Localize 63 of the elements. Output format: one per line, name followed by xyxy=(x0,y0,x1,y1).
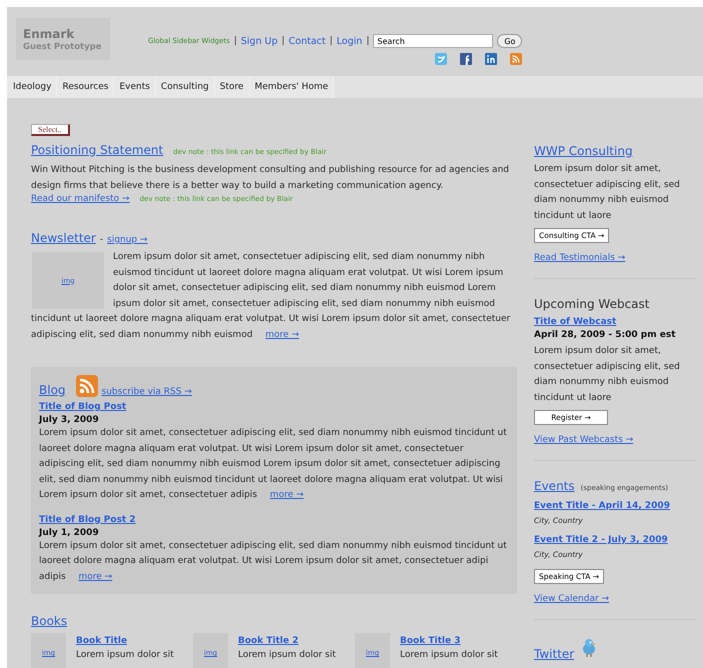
body-text: Lorem ipsum dolor sit amet, consectetuer adipiscing elit, sed diam nonummy nibh euismod tincidunt ut laoreet dolore magna aliquam erat volutpat. Ut wisi Lorem ipsum dolor sit amet, consectetuer adipiscing elit, sed diam nonummy nibh euismod Lorem ipsum dolor sit amet, consectetuer adipiscing elit, sed diam nonummy nibh euismod xyxy=(113,251,504,310)
post-date: July 1, 2009 xyxy=(39,528,100,538)
linkedin-icon[interactable] xyxy=(485,53,498,65)
separator: | xyxy=(330,36,333,46)
webcast-date: April 28, 2009 - 5:00 pm est xyxy=(534,330,677,340)
nav-item[interactable]: Consulting xyxy=(156,76,215,98)
manifesto-link[interactable]: Read our manifesto → xyxy=(31,194,130,204)
more-link[interactable]: more → xyxy=(265,330,300,340)
rss-icon[interactable] xyxy=(510,53,522,65)
more-link[interactable]: more → xyxy=(270,490,304,500)
header-link[interactable]: Contact xyxy=(288,36,326,46)
twitter-icon[interactable] xyxy=(435,53,448,65)
book-text: Lorem ipsum dolor sit xyxy=(400,649,498,662)
sidebar-title-link[interactable]: WWP Consulting xyxy=(534,144,633,158)
nav-item[interactable]: Ideology xyxy=(7,76,58,98)
event-title-link[interactable]: Event Title 2 - July 3, 2009 xyxy=(534,535,697,545)
signup-link[interactable]: signup → xyxy=(107,235,148,245)
book-text: Lorem ipsum dolor sit xyxy=(76,649,174,662)
webcast-title-link[interactable]: Title of Webcast xyxy=(534,317,697,327)
event-title-link[interactable]: Event Title - April 14, 2009 xyxy=(534,501,697,511)
testimonials-link[interactable]: Read Testimonials → xyxy=(534,253,626,263)
post-date: July 3, 2009 xyxy=(39,415,100,425)
separator: - xyxy=(100,235,104,245)
separator: | xyxy=(234,36,237,46)
section-title-link[interactable]: Positioning Statement xyxy=(31,143,164,157)
section-title-link[interactable]: Books xyxy=(31,614,68,628)
more-link[interactable]: more → xyxy=(78,572,112,582)
nav-item[interactable]: Store xyxy=(214,76,250,98)
past-webcasts-link[interactable]: View Past Webcasts → xyxy=(534,435,634,445)
logo-subtitle: Guest Prototype xyxy=(23,41,102,53)
nav-item[interactable]: Resources xyxy=(57,76,114,98)
sidebar-title-link[interactable]: Twitter xyxy=(534,647,574,661)
post-title-link[interactable]: Title of Blog Post xyxy=(39,402,509,412)
bird-icon xyxy=(580,638,598,658)
rss-icon[interactable] xyxy=(76,375,98,397)
sidebar-title-link[interactable]: Events xyxy=(534,479,575,493)
logo-name: Enmark xyxy=(23,28,76,41)
book-title-link[interactable]: Book Title xyxy=(76,636,174,646)
intro-text: Win Without Pitching is the business development consulting and publishing resource for ad agencies and design firms that believe there is a better way to build a marketing communication agency. xyxy=(31,164,510,192)
subscribe-link[interactable]: subscribe via RSS → xyxy=(102,387,192,397)
sidebar-text: Lorem ipsum dolor sit amet, consectetuer adipiscing elit, sed diam nonummy nibh euismod tincidunt ut laore xyxy=(534,345,681,404)
header-link[interactable]: Login xyxy=(336,36,362,46)
calendar-link[interactable]: View Calendar → xyxy=(534,594,610,604)
post-title-link[interactable]: Title of Blog Post 2 xyxy=(39,514,509,524)
sidebar-text: Lorem ipsum dolor sit amet, consectetuer adipiscing elit, sed diam nonummy nibh euismod tincidunt ut laore xyxy=(534,163,681,222)
header-link[interactable]: Sign Up xyxy=(240,36,278,46)
nav-item[interactable]: Events xyxy=(114,76,156,98)
sidebar-heading: Upcoming Webcast xyxy=(534,297,650,311)
section-title-link[interactable]: Blog xyxy=(39,383,66,397)
book-text: Lorem ipsum dolor sit xyxy=(238,649,336,662)
search-field[interactable]: Search xyxy=(373,34,494,48)
select-button[interactable]: Select.. xyxy=(31,124,70,136)
go-button[interactable]: Go xyxy=(497,34,522,48)
separator: | xyxy=(366,36,370,46)
separator: | xyxy=(282,36,285,46)
book-title-link[interactable]: Book Title 2 xyxy=(238,636,336,646)
body-text: tincidunt ut laoreet dolore magna aliquam erat volutpat. Ut wisi Lorem ipsum dolor sit amet, consectetuer adipiscing elit, sed diam nonummy nibh euismod more → xyxy=(31,313,512,342)
post-excerpt: Lorem ipsum dolor sit amet, consectetuer adipiscing elit, sed diam nonummy nibh euismod tincidunt ut laoreet dolore magna aliquam erat volutpat. Ut wisi Lorem ipsum dolor sit amet, consectetuer adipi adipis more → xyxy=(39,540,508,584)
post-excerpt: Lorem ipsum dolor sit amet, consectetuer adipiscing elit, sed diam nonummy nibh euismod tincidunt ut laoreet dolore magna aliquam erat volutpat. Ut wisi Lorem ipsum dolor sit amet, consectetuer adipiscing elit, sed diam nonummy nibh euismod Lorem ipsum dolor sit amet, consectetuer adipiscing elit, sed diam nonummy nibh euismod tincidunt ut laoreet dolore magna aliquam erat volutpat. Ut wisi Lorem ipsum dolor sit amet, consectetuer adipis more → xyxy=(39,427,508,502)
facebook-icon[interactable] xyxy=(460,53,472,65)
section-title-link[interactable]: Newsletter xyxy=(31,231,96,245)
book-title-link[interactable]: Book Title 3 xyxy=(400,636,498,646)
nav-item[interactable]: Members' Home xyxy=(250,76,334,98)
